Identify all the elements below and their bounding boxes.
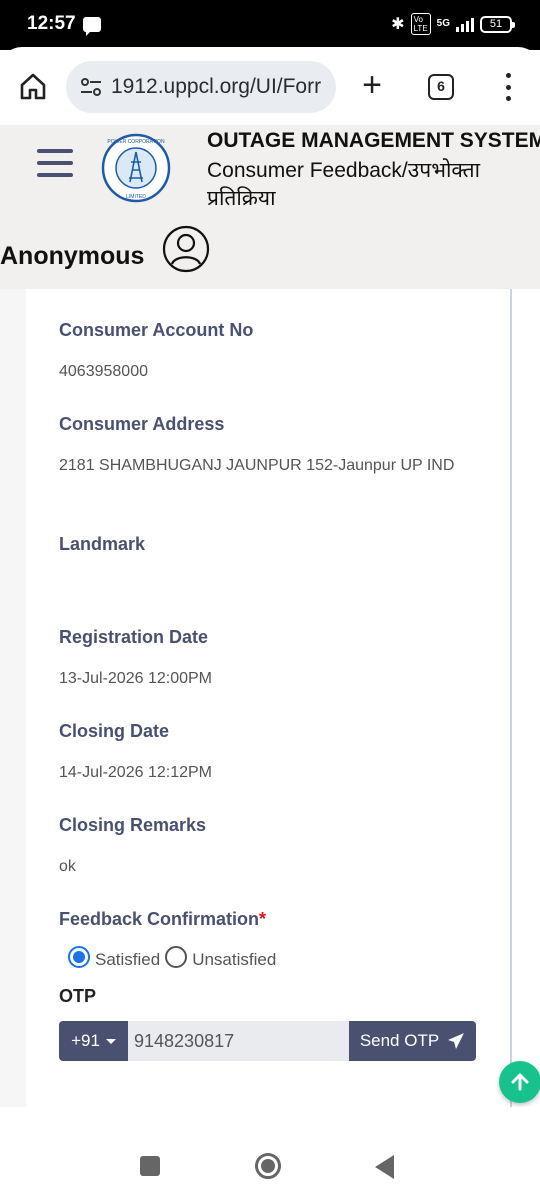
- field-closing-remarks: Closing Remarks ok: [59, 815, 479, 880]
- url-text: 1912.uppcl.org/UI/Forr: [111, 75, 322, 98]
- required-mark: *: [259, 909, 267, 929]
- field-label: Closing Remarks: [59, 815, 207, 835]
- otp-section: OTP: [59, 986, 96, 1007]
- recent-apps-icon[interactable]: [140, 1156, 160, 1176]
- feedback-label: Feedback Confirmation*: [59, 909, 267, 929]
- user-name: Anonymous: [0, 242, 145, 270]
- system-nav-bar: [0, 1107, 540, 1200]
- field-consumer-address: Consumer Address 2181 SHAMBHUGANJ JAUNPU…: [59, 414, 479, 479]
- phone-number-input[interactable]: [128, 1021, 349, 1061]
- page-subtitle: Consumer Feedback/उपभोक्ता प्रतिक्रिया: [207, 159, 481, 210]
- scroll-to-top-button[interactable]: [499, 1061, 540, 1103]
- send-otp-button[interactable]: Send OTP: [349, 1021, 476, 1061]
- menu-icon[interactable]: [37, 149, 73, 177]
- send-otp-label: Send OTP: [359, 1031, 440, 1050]
- new-tab-icon[interactable]: +: [357, 68, 387, 102]
- site-header: POWER CORPORATION LIMITED OUTAGE MANAGEM…: [0, 125, 540, 289]
- radio-unsatisfied[interactable]: [165, 946, 188, 968]
- field-consumer-account: Consumer Account No 4063958000: [59, 320, 479, 385]
- bluetooth-icon: ✱: [391, 16, 405, 33]
- home-nav-icon[interactable]: [255, 1153, 281, 1179]
- field-value: 14-Jul-2026 12:12PM: [59, 764, 212, 781]
- url-bar[interactable]: 1912.uppcl.org/UI/Forr: [66, 61, 336, 113]
- paper-plane-icon: [448, 1033, 465, 1049]
- battery-icon: 51: [480, 15, 515, 33]
- field-value: 4063958000: [59, 363, 148, 380]
- browser-toolbar: 1912.uppcl.org/UI/Forr + 6: [0, 47, 540, 125]
- field-value: 13-Jul-2026 12:00PM: [59, 670, 212, 687]
- uppcl-logo: POWER CORPORATION LIMITED: [101, 133, 171, 203]
- field-value: 2181 SHAMBHUGANJ JAUNPUR 152-Jaunpur UP …: [59, 457, 455, 474]
- field-landmark: Landmark: [59, 534, 479, 572]
- radio-label-satisfied[interactable]: Satisfied: [95, 950, 160, 970]
- svg-text:LIMITED: LIMITED: [126, 194, 146, 200]
- otp-label: OTP: [59, 986, 97, 1006]
- page-gutter: [0, 289, 26, 1107]
- tab-switcher-button[interactable]: 6: [428, 74, 454, 100]
- svg-text:POWER CORPORATION: POWER CORPORATION: [107, 139, 165, 145]
- field-label: Closing Date: [59, 721, 170, 741]
- signal-icon: [456, 16, 474, 32]
- site-settings-icon[interactable]: [80, 77, 102, 97]
- back-icon[interactable]: [375, 1155, 394, 1179]
- feedback-confirmation: Feedback Confirmation*: [59, 909, 266, 930]
- field-label: Consumer Account No: [59, 320, 254, 340]
- field-label: Consumer Address: [59, 414, 225, 434]
- field-value: ok: [59, 858, 76, 875]
- field-registration-date: Registration Date 13-Jul-2026 12:00PM: [59, 627, 479, 692]
- user-profile-icon[interactable]: [162, 225, 210, 273]
- more-options-icon[interactable]: [498, 73, 518, 101]
- country-code-dropdown[interactable]: +91: [59, 1021, 128, 1061]
- feedback-radio-group: Satisfied Unsatisfied: [68, 944, 281, 970]
- network-type: 5G: [436, 18, 450, 29]
- system-title: OUTAGE MANAGEMENT SYSTEM: [207, 129, 540, 152]
- feedback-card: [26, 289, 512, 1107]
- arrow-up-icon: [511, 1073, 529, 1091]
- volte-icon: Vo LTE: [410, 13, 431, 35]
- home-icon[interactable]: [18, 71, 48, 101]
- radio-satisfied[interactable]: [68, 946, 90, 968]
- chevron-down-icon: [105, 1038, 116, 1044]
- field-label: Registration Date: [59, 627, 209, 647]
- status-time: 12:57: [27, 13, 76, 34]
- message-notification-icon: [83, 17, 101, 36]
- otp-input-group: +91 Send OTP: [59, 1021, 476, 1061]
- radio-label-unsatisfied[interactable]: Unsatisfied: [192, 950, 276, 970]
- status-bar: 12:57 ✱ Vo LTE 5G 51: [0, 0, 540, 50]
- field-closing-date: Closing Date 14-Jul-2026 12:12PM: [59, 721, 479, 786]
- status-indicators: ✱ Vo LTE 5G 51: [391, 13, 515, 35]
- field-label: Landmark: [59, 534, 146, 554]
- country-code-value: +91: [71, 1031, 100, 1050]
